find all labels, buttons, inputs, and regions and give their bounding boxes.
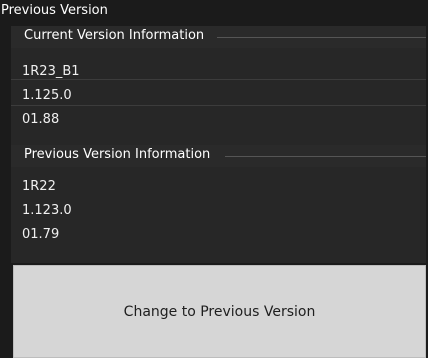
current-build-value: 01.88	[22, 112, 60, 127]
previous-firmware-value: 1R22	[22, 179, 56, 194]
previous-version-panel: Previous Version Information	[11, 145, 426, 263]
header-rule	[217, 37, 426, 38]
current-version-values: 1R23_B1 1.125.0 01.88	[22, 60, 80, 132]
header-rule	[225, 156, 426, 157]
current-version-header: Current Version Information	[11, 26, 426, 48]
current-version-heading: Current Version Information	[24, 28, 205, 43]
current-firmware-value: 1R23_B1	[22, 64, 80, 79]
previous-version-window: Previous Version Current Version Informa…	[0, 0, 428, 358]
previous-version-values: 1R22 1.123.0 01.79	[22, 175, 72, 247]
previous-version-header: Previous Version Information	[11, 145, 426, 167]
current-software-value: 1.125.0	[22, 88, 72, 103]
previous-build-value: 01.79	[22, 227, 60, 242]
change-to-previous-version-button[interactable]: Change to Previous Version	[13, 265, 426, 358]
window-title: Previous Version	[1, 3, 108, 18]
previous-version-heading: Previous Version Information	[24, 147, 211, 162]
previous-software-value: 1.123.0	[22, 203, 72, 218]
